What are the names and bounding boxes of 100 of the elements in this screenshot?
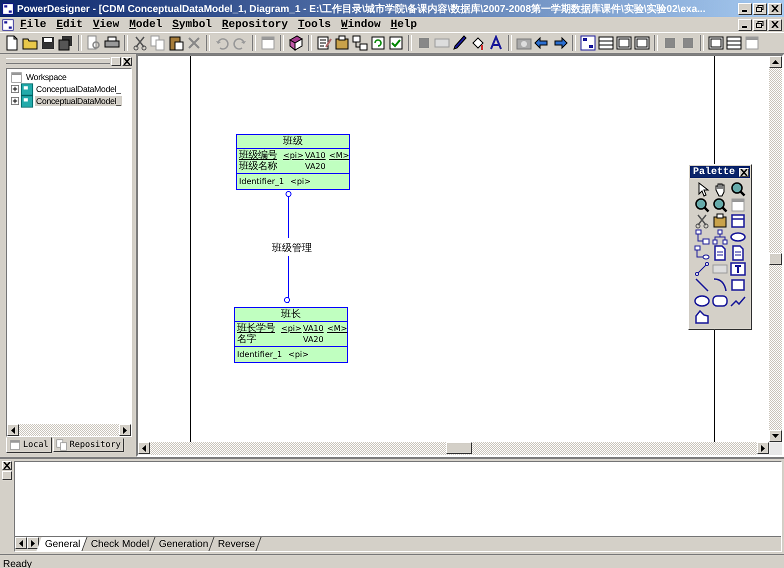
save-icon[interactable] [40, 35, 56, 51]
scroll-thumb[interactable] [446, 442, 472, 454]
scroll-down-button[interactable] [769, 430, 782, 442]
relationship-label[interactable]: 班级管理 [272, 241, 312, 255]
data-type: VA10 [305, 150, 327, 161]
tab[interactable]: Reverse [210, 537, 262, 551]
window-icon[interactable] [260, 35, 276, 51]
zoom-out-icon[interactable] [694, 197, 710, 213]
menu-item[interactable]: Repository [218, 18, 292, 30]
menu-item[interactable]: Edit [52, 18, 87, 30]
menu-item[interactable]: Symbol [168, 18, 216, 30]
rectangle-icon[interactable] [730, 277, 746, 293]
diagram-canvas[interactable]: 班级 班级编号 <pi>VA10 <M> 班级名称 VA20 Identifier_1 <pi> 班级管理 班长 班长学号 <pi>VA10 <M> 名字 VA20 Identifier_1 <pi> Palette [138, 56, 769, 442]
triangle-left-icon [11, 426, 15, 434]
scroll-up-button[interactable] [769, 56, 782, 68]
refresh-icon[interactable] [370, 35, 386, 51]
link-line-icon[interactable] [694, 261, 710, 277]
document-icon[interactable] [2, 18, 14, 30]
diagram-icon[interactable] [580, 35, 596, 51]
panel-icon[interactable] [634, 35, 650, 51]
maximize-button[interactable] [111, 56, 121, 66]
expand-icon[interactable] [11, 97, 19, 105]
collapse-button[interactable] [2, 471, 12, 480]
package-icon[interactable] [334, 35, 350, 51]
scroll-right-button[interactable] [119, 424, 131, 436]
triangle-right-icon [31, 540, 35, 546]
model-icon [20, 94, 34, 108]
browser-panel-icon[interactable] [708, 35, 724, 51]
minimize-button[interactable] [738, 18, 752, 30]
zoom-icon[interactable] [712, 197, 728, 213]
paint-bucket-icon[interactable] [470, 35, 486, 51]
tab[interactable]: Local [6, 437, 52, 453]
arrow-left-icon[interactable] [534, 35, 550, 51]
scroll-right-button[interactable] [27, 537, 39, 549]
arrow-right-icon[interactable] [552, 35, 568, 51]
letter-icon[interactable] [488, 35, 504, 51]
entity-name: 班级 [237, 135, 349, 149]
tab[interactable]: Check Model [82, 537, 156, 551]
tab[interactable]: General [36, 537, 88, 551]
new-file-icon[interactable] [4, 35, 20, 51]
document-icon[interactable] [712, 245, 728, 261]
tab[interactable]: Generation [150, 537, 215, 551]
menu-item[interactable]: Model [125, 18, 166, 30]
scroll-left-button[interactable] [7, 424, 19, 436]
scroll-right-button[interactable] [757, 442, 769, 454]
triangle-down-icon [772, 434, 779, 438]
ellipse-icon[interactable] [694, 293, 710, 309]
identifier-name: Identifier_1 [239, 176, 284, 187]
expand-icon[interactable] [11, 85, 19, 93]
scroll-thumb[interactable] [769, 253, 782, 265]
inheritance-icon[interactable] [694, 229, 710, 245]
link-icon[interactable] [694, 245, 710, 261]
triangle-left-icon [142, 444, 146, 452]
polygon-icon[interactable] [694, 309, 710, 325]
panel-icon[interactable] [616, 35, 632, 51]
tree-item[interactable]: ConceptualDataModel_ [35, 84, 122, 94]
check-icon[interactable] [388, 35, 404, 51]
triangle-up-icon [772, 60, 779, 64]
close-button[interactable] [739, 168, 749, 176]
tree-icon[interactable] [712, 229, 728, 245]
line-icon[interactable] [694, 277, 710, 293]
entity-box[interactable]: 班长 班长学号 <pi>VA10 <M> 名字 VA20 Identifier_1 <pi> [234, 307, 348, 363]
menu-item[interactable]: File [16, 18, 50, 30]
pen-icon[interactable] [452, 35, 468, 51]
identifier-name: Identifier_1 [237, 349, 282, 360]
book-icon[interactable] [288, 35, 304, 51]
menu-item[interactable]: Tools [294, 18, 335, 30]
clipboard-icon[interactable] [168, 35, 184, 51]
close-icon [771, 21, 779, 28]
rounded-rectangle-icon[interactable] [712, 293, 728, 309]
scroll-left-button[interactable] [138, 442, 150, 454]
grid-icon[interactable] [598, 35, 614, 51]
close-button[interactable] [122, 56, 132, 66]
text-box-icon[interactable] [730, 261, 746, 277]
close-button[interactable] [2, 461, 12, 470]
scissors-icon[interactable] [694, 213, 710, 229]
document-icon[interactable] [730, 245, 746, 261]
package-icon[interactable] [712, 213, 728, 229]
linked-tables-icon[interactable] [352, 35, 368, 51]
restore-button[interactable] [753, 2, 767, 14]
note-pencil-icon[interactable] [316, 35, 332, 51]
menu-item[interactable]: Help [386, 18, 421, 30]
scissors-icon[interactable] [132, 35, 148, 51]
entity-icon[interactable] [730, 213, 746, 229]
menu-item[interactable]: Window [336, 18, 385, 30]
triangle-right-icon [761, 444, 765, 452]
menu-item[interactable]: View [88, 18, 124, 30]
tab[interactable]: Repository [52, 438, 124, 452]
scroll-left-button[interactable] [15, 537, 27, 549]
zoom-in-icon[interactable] [730, 181, 746, 197]
output-panel-icon[interactable] [726, 35, 742, 51]
key-marker: <pi> [290, 176, 311, 187]
triangle-left-icon [19, 540, 23, 546]
tree-item[interactable]: ConceptualDataModel_ [35, 96, 122, 106]
arc-icon[interactable] [712, 277, 728, 293]
save-all-icon[interactable] [58, 35, 74, 51]
tree-item[interactable]: Workspace [25, 72, 68, 82]
entity-box[interactable]: 班级 班级编号 <pi>VA10 <M> 班级名称 VA20 Identifier_1 <pi> [236, 134, 350, 190]
minimize-button[interactable] [738, 2, 752, 14]
restore-button[interactable] [753, 18, 767, 30]
